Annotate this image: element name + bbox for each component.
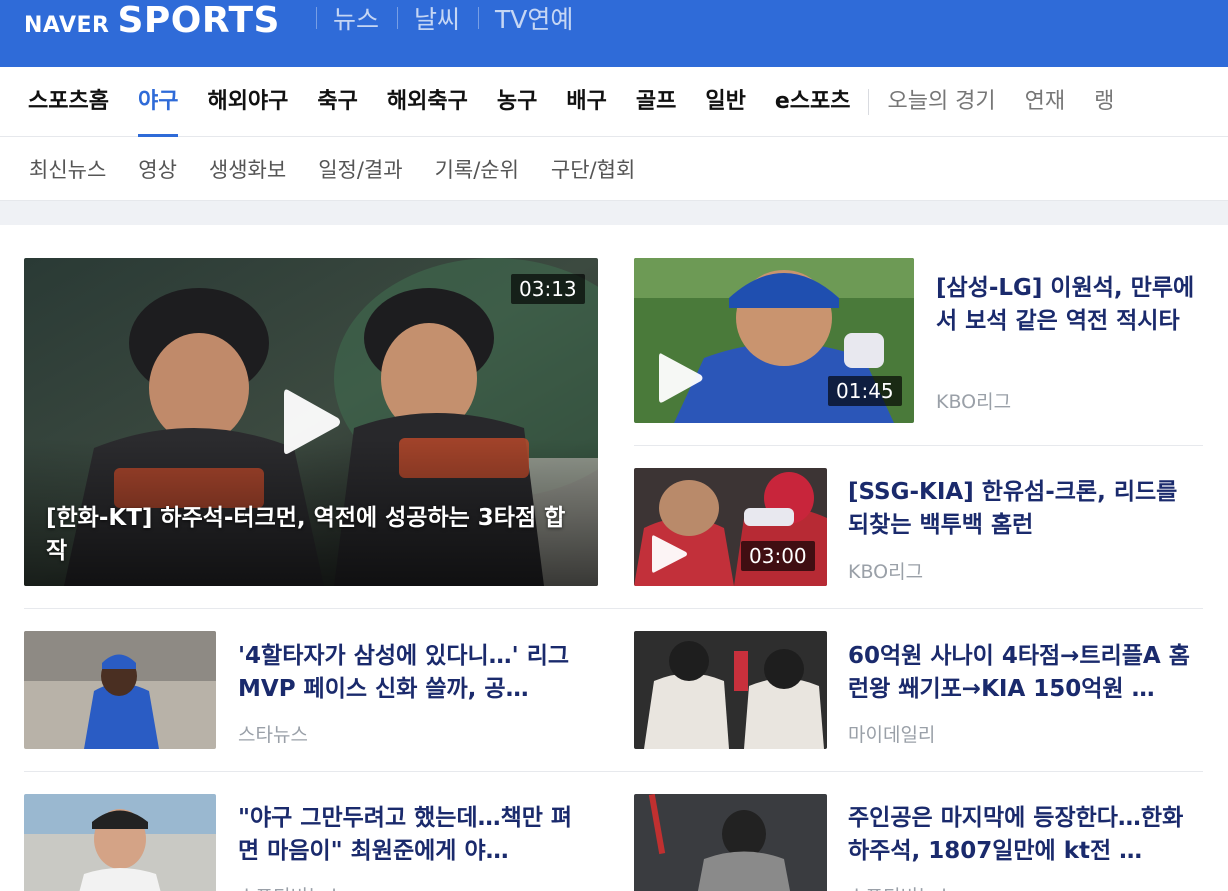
category-nav: 스포츠홈 야구 해외야구 축구 해외축구 농구 배구 골프 일반 e스포츠 오늘… <box>0 67 1228 137</box>
news-title-1[interactable]: '4할타자가 삼성에 있다니…' 리그 MVP 페이스 신화 쓸까, 공… <box>238 640 583 706</box>
video-card-2-thumbnail[interactable]: 03:00 <box>634 468 827 586</box>
video-title-1[interactable]: [삼성-LG] 이원석, 만루에서 보석 같은 역전 적시타 <box>936 272 1198 338</box>
top-header: NAVER SPORTS 뉴스 날씨 TV연예 <box>0 0 1228 67</box>
news-source-4: 스포티비뉴스 <box>848 882 953 891</box>
play-icon <box>659 353 703 403</box>
sub-teams-associations[interactable]: 구단/협회 <box>551 154 635 184</box>
tab-overseas-soccer[interactable]: 해외축구 <box>387 67 468 137</box>
news-photo <box>634 794 827 891</box>
naver-sports-logo[interactable]: NAVER SPORTS <box>24 0 280 41</box>
sub-latest-news[interactable]: 최신뉴스 <box>29 154 106 184</box>
tab-baseball[interactable]: 야구 <box>137 67 179 137</box>
tab-todays-games[interactable]: 오늘의 경기 <box>887 67 995 137</box>
tab-general[interactable]: 일반 <box>705 67 745 137</box>
news-source-2: 마이데일리 <box>848 724 936 746</box>
sub-video[interactable]: 영상 <box>138 154 177 184</box>
tab-volleyball[interactable]: 배구 <box>566 67 606 137</box>
news-title-3[interactable]: "야구 그만두려고 했는데…책만 펴면 마음이" 최원준에게 야… <box>238 802 583 868</box>
news-thumbnail-3[interactable] <box>24 794 216 891</box>
news-source-3: 스포티비뉴스 <box>238 882 343 891</box>
featured-video-card[interactable]: 03:13 [한화-KT] 하주석-터크먼, 역전에 성공하는 3타점 합작 <box>24 258 598 586</box>
top-nav: 뉴스 날씨 TV연예 <box>316 0 591 36</box>
top-nav-tv-entertainment[interactable]: TV연예 <box>495 0 573 36</box>
news-thumbnail-4[interactable] <box>634 794 827 891</box>
video-card-1-thumbnail[interactable]: 01:45 <box>634 258 914 423</box>
news-photo <box>24 794 216 891</box>
sub-photos[interactable]: 생생화보 <box>209 154 286 184</box>
video-title-2[interactable]: [SSG-KIA] 한유섬-크론, 리드를 되찾는 백투백 홈런 <box>848 476 1198 542</box>
news-thumbnail-1[interactable] <box>24 631 216 749</box>
tab-series[interactable]: 연재 <box>1025 67 1065 137</box>
featured-video-title: [한화-KT] 하주석-터크먼, 역전에 성공하는 3타점 합작 <box>46 505 566 564</box>
video-duration: 03:13 <box>511 274 585 304</box>
tab-overseas-baseball[interactable]: 해외야구 <box>207 67 288 137</box>
divider <box>868 88 870 115</box>
video-duration: 03:00 <box>741 541 815 571</box>
video-source-2: KBO리그 <box>848 561 924 583</box>
divider <box>24 771 1203 772</box>
top-nav-weather[interactable]: 날씨 <box>414 0 460 36</box>
top-nav-news[interactable]: 뉴스 <box>333 0 379 36</box>
sub-nav: 최신뉴스 영상 생생화보 일정/결과 기록/순위 구단/협회 <box>0 137 1228 201</box>
tab-soccer[interactable]: 축구 <box>317 67 357 137</box>
divider <box>316 7 317 29</box>
news-title-2[interactable]: 60억원 사나이 4타점→트리플A 홈런왕 쐐기포→KIA 150억원 … <box>848 640 1203 706</box>
news-photo <box>24 631 216 749</box>
play-icon <box>284 389 340 454</box>
divider <box>478 7 480 29</box>
divider <box>397 7 399 29</box>
tab-ranking[interactable]: 랭 <box>1094 67 1114 137</box>
video-source-1: KBO리그 <box>936 391 1012 413</box>
section-separator <box>0 201 1228 225</box>
sub-records-standings[interactable]: 기록/순위 <box>435 154 519 184</box>
sports-logo-text: SPORTS <box>117 0 280 41</box>
divider <box>24 608 1203 609</box>
divider <box>634 445 1203 446</box>
sub-schedule-results[interactable]: 일정/결과 <box>318 154 402 184</box>
news-photo <box>634 631 827 749</box>
tab-basketball[interactable]: 농구 <box>497 67 537 137</box>
tab-esports[interactable]: e스포츠 <box>775 67 851 137</box>
video-duration: 01:45 <box>828 376 902 406</box>
news-title-4[interactable]: 주인공은 마지막에 등장한다…한화 하주석, 1807일만에 kt전 … <box>848 802 1203 868</box>
play-icon <box>652 535 687 573</box>
news-thumbnail-2[interactable] <box>634 631 827 749</box>
news-source-1: 스타뉴스 <box>238 724 308 746</box>
naver-logo-text: NAVER <box>24 13 110 38</box>
tab-golf[interactable]: 골프 <box>636 67 676 137</box>
tab-sports-home[interactable]: 스포츠홈 <box>28 67 109 137</box>
